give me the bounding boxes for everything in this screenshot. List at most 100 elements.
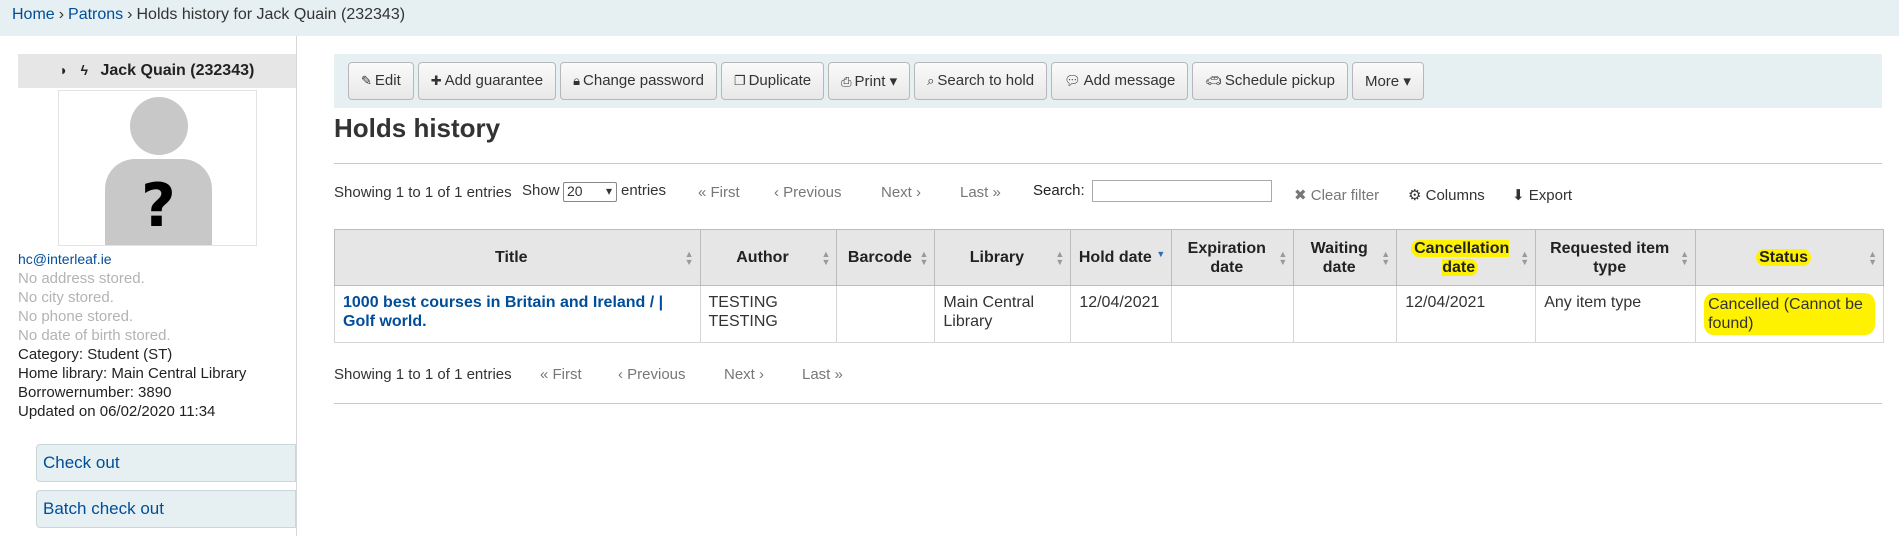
print-button[interactable]: ⎙ Print ▾ [828, 62, 911, 100]
sort-icon: ▲ ▼ [1381, 249, 1391, 267]
pencil-icon: ✎ [361, 73, 372, 88]
change-password-button[interactable]: 🔒︎ Change password [560, 62, 717, 100]
entries-info: Showing 1 to 1 of 1 entries [334, 366, 512, 383]
patron-email-link[interactable]: hc@interleaf.ie [18, 251, 112, 267]
column-header-library[interactable]: Library ▲ ▼ [934, 229, 1072, 286]
cell-cancellation-date: 12/04/2021 [1396, 285, 1537, 343]
edit-button[interactable]: ✎ Edit [348, 62, 414, 100]
entries-label: entries [621, 182, 667, 199]
title-link[interactable]: 1000 best courses in Britain and Ireland… [343, 294, 663, 330]
search-to-hold-button[interactable]: ⌕ Search to hold [914, 62, 1048, 100]
status-value: Cancelled (Cannot be found) [1704, 293, 1875, 335]
column-header-label: Barcode [847, 249, 912, 266]
add-guarantee-button[interactable]: ✚ Add guarantee [417, 62, 557, 100]
chevron-down-icon: ▾ [605, 184, 612, 198]
add-guarantee-label: Add guarantee [444, 72, 544, 89]
column-header-label: Author [736, 249, 789, 266]
lock-icon: 🔒︎ [573, 73, 581, 88]
more-label: More [1364, 73, 1400, 90]
column-header-cancellation-date[interactable]: Cancellation date ▲ ▼ [1396, 229, 1537, 286]
column-header-title[interactable]: Title ▲ ▼ [334, 229, 701, 286]
clear-filter-button[interactable]: ✖ Clear filter [1294, 186, 1379, 204]
column-header-label: Library [969, 249, 1024, 266]
divider [334, 163, 1882, 164]
column-header-hold-date[interactable]: Hold date ▼ [1070, 229, 1173, 286]
column-header-label: Status [1756, 249, 1811, 266]
print-label: Print [854, 73, 886, 90]
export-button[interactable]: ⬇ Export [1512, 186, 1572, 204]
patron-borrowernumber: Borrowernumber: 3890 [18, 384, 172, 401]
duplicate-button[interactable]: ❐ Duplicate [720, 62, 825, 100]
patron-updated: Updated on 06/02/2020 11:34 [18, 403, 216, 420]
search-label: Search: [1033, 182, 1085, 199]
column-header-status[interactable]: Status ▲ ▼ [1695, 229, 1884, 286]
breadcrumb-separator: › [58, 6, 65, 23]
schedule-pickup-label: Schedule pickup [1224, 72, 1335, 89]
next-page-button[interactable]: Next › [724, 366, 764, 383]
column-header-label: Title [494, 249, 528, 266]
patron-phone: No phone stored. [18, 308, 134, 325]
cell-hold-date: 12/04/2021 [1070, 285, 1173, 343]
previous-page-button[interactable]: ‹ Previous [618, 366, 686, 383]
cell-expiration-date [1171, 285, 1295, 343]
printer-icon: ⎙ [841, 74, 852, 89]
copy-icon: ❐ [733, 73, 746, 88]
last-page-button[interactable]: Last » [802, 366, 843, 383]
download-icon: ⬇ [1512, 187, 1525, 204]
patron-avatar: ? [58, 90, 257, 246]
column-header-expiration-date[interactable]: Expiration date ▲ ▼ [1171, 229, 1295, 286]
cell-library: Main Central Library [934, 285, 1072, 343]
car-icon: 🚗︎ [1205, 73, 1222, 88]
columns-button[interactable]: ⚙ Columns [1408, 186, 1485, 204]
breadcrumb: Home › Patrons › Holds history for Jack Quai… [0, 0, 1899, 36]
sort-icon: ▲ ▼ [684, 249, 694, 267]
column-header-author[interactable]: Author ▲ ▼ [699, 229, 838, 286]
sort-icon: ▲ ▼ [1055, 249, 1065, 267]
close-icon: ✖ [1294, 187, 1307, 204]
column-header-label: Expiration date [1187, 239, 1266, 276]
more-button[interactable]: More ▾ [1351, 62, 1424, 100]
cell-status: Cancelled (Cannot be found) [1695, 285, 1884, 343]
sort-icon: ▲ ▼ [1680, 249, 1690, 267]
breadcrumb-separator: › [127, 6, 133, 23]
breadcrumb-patrons-link[interactable]: Patrons [68, 6, 123, 23]
caret-down-icon: ▾ [1403, 73, 1411, 90]
batch-check-out-link[interactable]: Batch check out [36, 490, 296, 528]
comment-icon: 💬︎ [1064, 73, 1081, 88]
entries-per-page-value: 20 [567, 183, 583, 199]
patron-dob: No date of birth stored. [18, 327, 171, 344]
patron-name: Jack Quain (232343) [100, 62, 255, 79]
column-header-label: Requested item type [1550, 239, 1670, 276]
previous-page-button[interactable]: ‹ Previous [774, 184, 842, 201]
shield-icon: ◗ [59, 62, 69, 78]
caret-down-icon: ▾ [889, 73, 898, 90]
sort-icon: ▲ ▼ [1278, 249, 1288, 267]
column-header-waiting-date[interactable]: Waiting date ▲ ▼ [1293, 229, 1398, 286]
cell-item-type: Any item type [1535, 285, 1697, 343]
patron-home-library: Home library: Main Central Library [18, 365, 247, 382]
schedule-pickup-button[interactable]: 🚗︎ Schedule pickup [1192, 62, 1348, 100]
entries-per-page-select[interactable]: 20 ▾ [563, 182, 617, 202]
breadcrumb-current: Holds history for Jack Quain (232343) [136, 6, 406, 23]
sort-icon: ▲ ▼ [919, 249, 929, 267]
holds-history-table: Title ▲ ▼ Author ▲ ▼ Barcode ▲ ▼ Library ▲ ▼ Hol… [334, 229, 1884, 343]
add-message-button[interactable]: 💬︎ Add message [1051, 62, 1189, 100]
sort-icon: ▲ ▼ [821, 249, 831, 267]
plus-icon: ✚ [430, 73, 442, 88]
export-label: Export [1528, 187, 1573, 204]
gear-icon: ⚙ [1408, 187, 1422, 204]
patron-info: hc@interleaf.ie No address stored. No ci… [18, 250, 293, 421]
column-header-label: Hold date [1078, 249, 1152, 266]
sort-descending-icon: ▼ [1156, 249, 1166, 259]
check-out-link[interactable]: Check out [36, 444, 296, 482]
column-header-requested-item-type[interactable]: Requested item type ▲ ▼ [1535, 229, 1697, 286]
first-page-button[interactable]: « First [540, 366, 582, 383]
patron-category: Category: Student (ST) [18, 346, 173, 363]
patron-toolbar: ✎ Edit ✚ Add guarantee 🔒︎ Change password ❐ Dup… [334, 54, 1882, 108]
next-page-button[interactable]: Next › [881, 184, 921, 201]
table-search-input[interactable] [1092, 180, 1272, 202]
breadcrumb-home-link[interactable]: Home [12, 6, 55, 23]
column-header-barcode[interactable]: Barcode ▲ ▼ [836, 229, 936, 286]
last-page-button[interactable]: Last » [960, 184, 1001, 201]
first-page-button[interactable]: « First [698, 184, 740, 201]
